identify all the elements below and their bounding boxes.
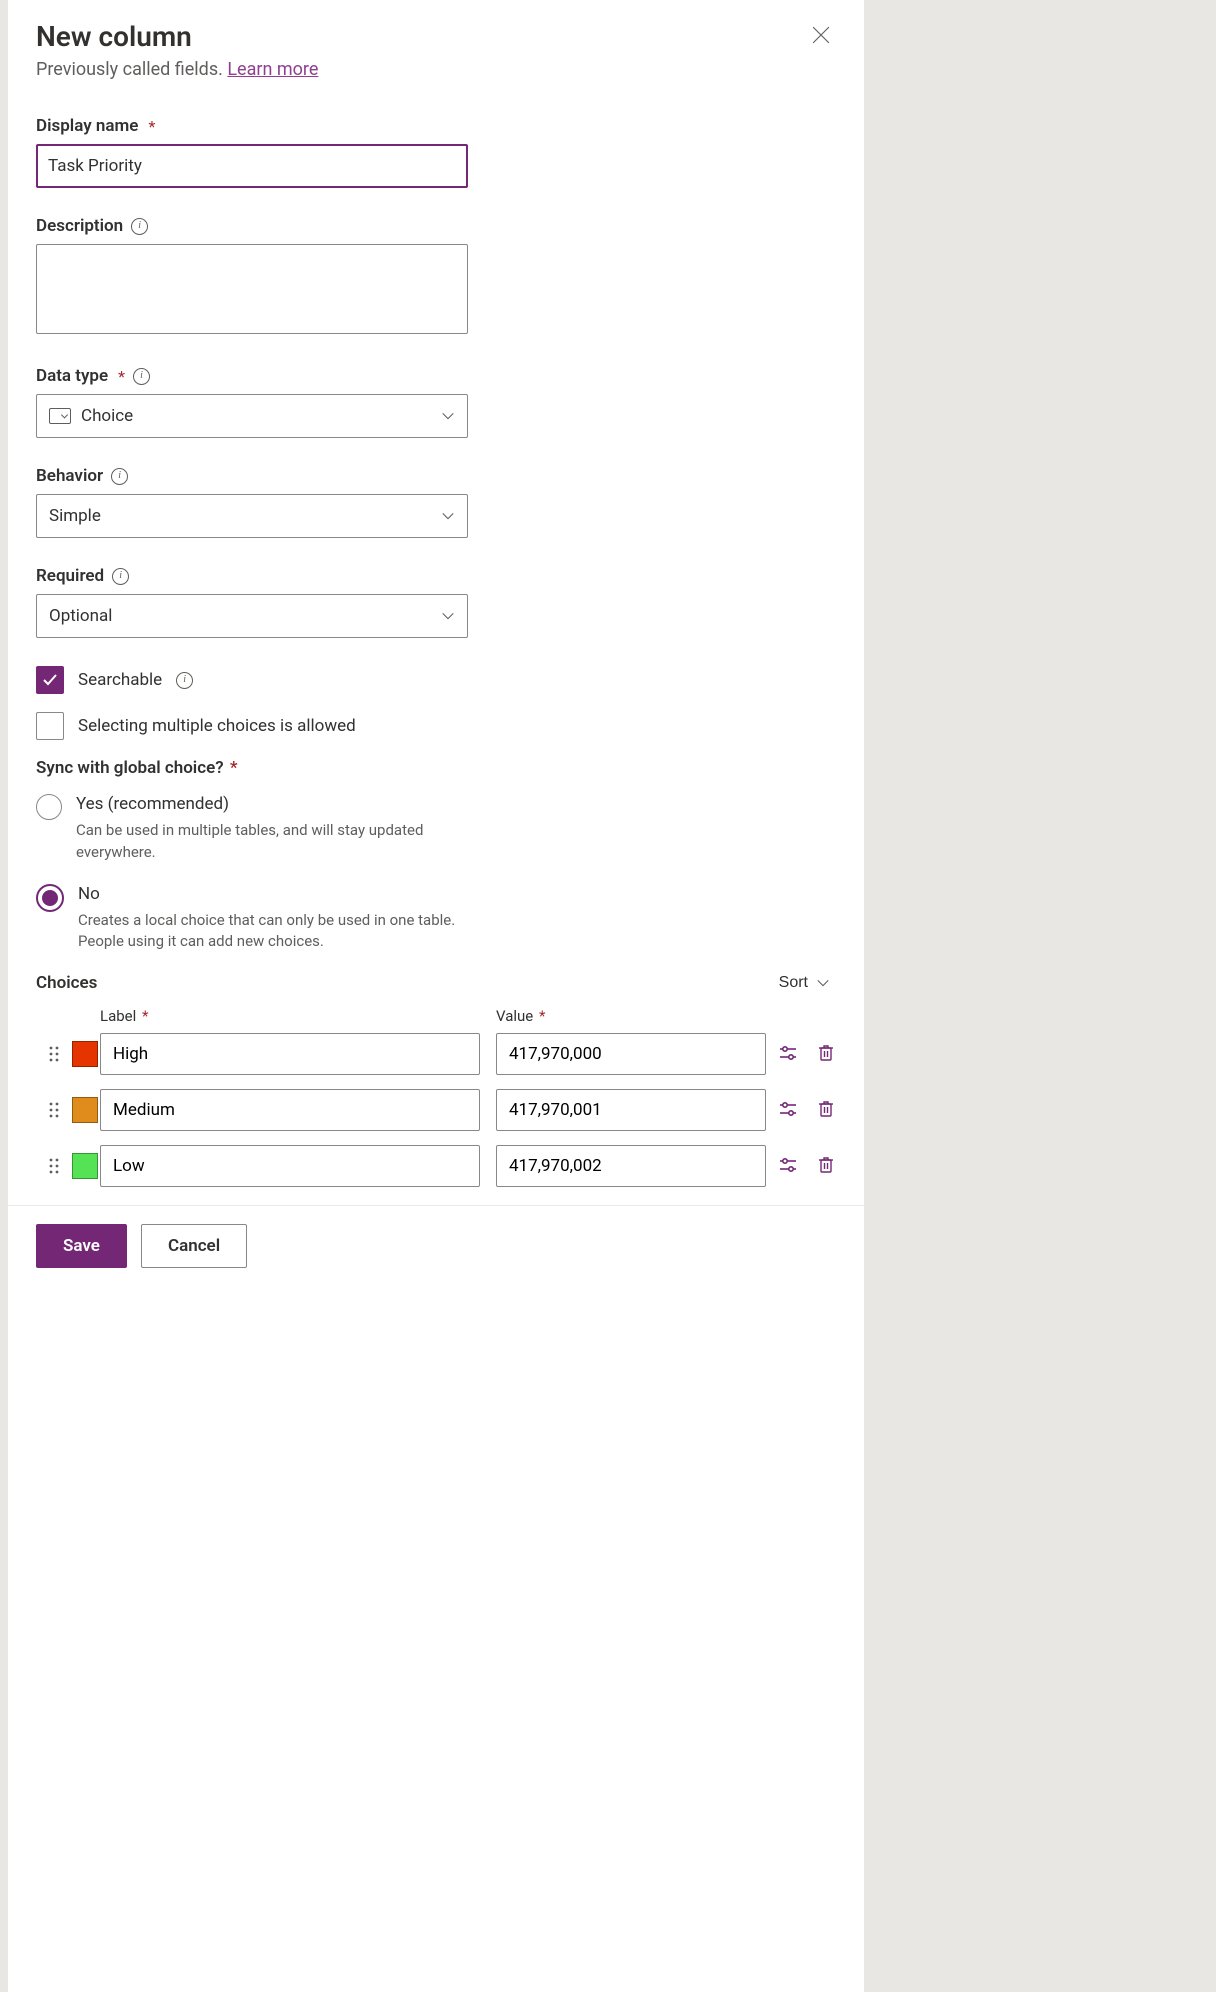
choices-title: Choices: [36, 973, 97, 993]
description-label: Description: [36, 216, 123, 236]
sync-yes-radio[interactable]: [36, 794, 62, 820]
sync-no-label: No: [78, 884, 468, 904]
panel-title: New column: [36, 20, 318, 53]
choices-header: Choices Sort: [36, 973, 836, 993]
choice-label-input[interactable]: [100, 1089, 480, 1131]
data-type-label: Data type: [36, 366, 108, 386]
choices-grid: Label * Value *: [36, 1007, 836, 1187]
sync-yes-label: Yes (recommended): [76, 794, 468, 814]
sync-label: Sync with global choice? *: [36, 758, 468, 778]
choice-row: [36, 1033, 836, 1075]
info-icon[interactable]: i: [112, 568, 129, 585]
drag-handle[interactable]: [36, 1157, 72, 1175]
learn-more-link[interactable]: Learn more: [227, 59, 318, 80]
chevron-down-icon: [441, 509, 455, 523]
info-icon[interactable]: i: [133, 368, 150, 385]
sync-no-option: No Creates a local choice that can only …: [36, 884, 468, 954]
form-body: Display name * Description i Data type * i…: [36, 116, 468, 953]
multi-select-label: Selecting multiple choices is allowed: [78, 716, 356, 736]
new-column-panel: New column Previously called fields. Lea…: [8, 0, 864, 1992]
panel-header: New column Previously called fields. Lea…: [36, 20, 836, 116]
footer: Save Cancel: [8, 1205, 864, 1298]
display-name-label: Display name: [36, 116, 138, 136]
choice-delete-button[interactable]: [814, 1041, 838, 1068]
sync-no-desc: Creates a local choice that can only be …: [78, 910, 468, 954]
drag-handle[interactable]: [36, 1045, 72, 1063]
close-button[interactable]: [806, 20, 836, 53]
searchable-label: Searchable: [78, 670, 162, 690]
required-select[interactable]: Optional: [36, 594, 468, 638]
info-icon[interactable]: i: [111, 468, 128, 485]
choice-type-icon: [49, 408, 71, 424]
sort-button[interactable]: Sort: [773, 973, 836, 993]
cancel-button[interactable]: Cancel: [141, 1224, 247, 1268]
info-icon[interactable]: i: [131, 218, 148, 235]
required-asterisk: *: [118, 367, 125, 386]
required-asterisk: *: [230, 758, 238, 778]
choice-label-input[interactable]: [100, 1145, 480, 1187]
drag-handle[interactable]: [36, 1101, 72, 1119]
sync-yes-option: Yes (recommended) Can be used in multipl…: [36, 794, 468, 864]
choice-settings-button[interactable]: [776, 1153, 800, 1180]
field-description: Description i: [36, 216, 468, 338]
field-display-name: Display name *: [36, 116, 468, 188]
behavior-label: Behavior: [36, 466, 103, 486]
required-asterisk: *: [148, 117, 155, 136]
behavior-value: Simple: [49, 506, 101, 526]
panel-subtitle: Previously called fields. Learn more: [36, 59, 318, 80]
field-behavior: Behavior i Simple: [36, 466, 468, 538]
chevron-down-icon: [816, 976, 830, 990]
choice-value-input[interactable]: [496, 1089, 766, 1131]
required-value: Optional: [49, 606, 112, 626]
field-required: Required i Optional: [36, 566, 468, 638]
multi-select-checkbox[interactable]: [36, 712, 64, 740]
choice-settings-button[interactable]: [776, 1097, 800, 1124]
subtitle-text: Previously called fields.: [36, 59, 227, 80]
description-input[interactable]: [36, 244, 468, 334]
info-icon[interactable]: i: [176, 672, 193, 689]
sort-label: Sort: [779, 974, 808, 992]
choice-label-input[interactable]: [100, 1033, 480, 1075]
color-swatch[interactable]: [72, 1153, 98, 1179]
choice-value-input[interactable]: [496, 1145, 766, 1187]
choice-delete-button[interactable]: [814, 1097, 838, 1124]
chevron-down-icon: [441, 409, 455, 423]
sync-no-radio[interactable]: [36, 884, 64, 912]
choice-value-input[interactable]: [496, 1033, 766, 1075]
choice-row: [36, 1145, 836, 1187]
choice-delete-button[interactable]: [814, 1153, 838, 1180]
data-type-value: Choice: [81, 406, 133, 426]
behavior-select[interactable]: Simple: [36, 494, 468, 538]
col-label-header: Label *: [100, 1007, 480, 1025]
searchable-row: Searchable i: [36, 666, 468, 694]
sync-yes-desc: Can be used in multiple tables, and will…: [76, 820, 468, 864]
col-value-header: Value *: [496, 1007, 766, 1025]
required-label: Required: [36, 566, 104, 586]
multi-select-row: Selecting multiple choices is allowed: [36, 712, 468, 740]
color-swatch[interactable]: [72, 1097, 98, 1123]
check-icon: [42, 672, 58, 688]
display-name-input[interactable]: [36, 144, 468, 188]
close-icon: [812, 26, 830, 44]
field-data-type: Data type * i Choice: [36, 366, 468, 438]
choice-row: [36, 1089, 836, 1131]
choices-head-row: Label * Value *: [36, 1007, 836, 1025]
data-type-select[interactable]: Choice: [36, 394, 468, 438]
save-button[interactable]: Save: [36, 1224, 127, 1268]
choice-settings-button[interactable]: [776, 1041, 800, 1068]
chevron-down-icon: [441, 609, 455, 623]
color-swatch[interactable]: [72, 1041, 98, 1067]
searchable-checkbox[interactable]: [36, 666, 64, 694]
